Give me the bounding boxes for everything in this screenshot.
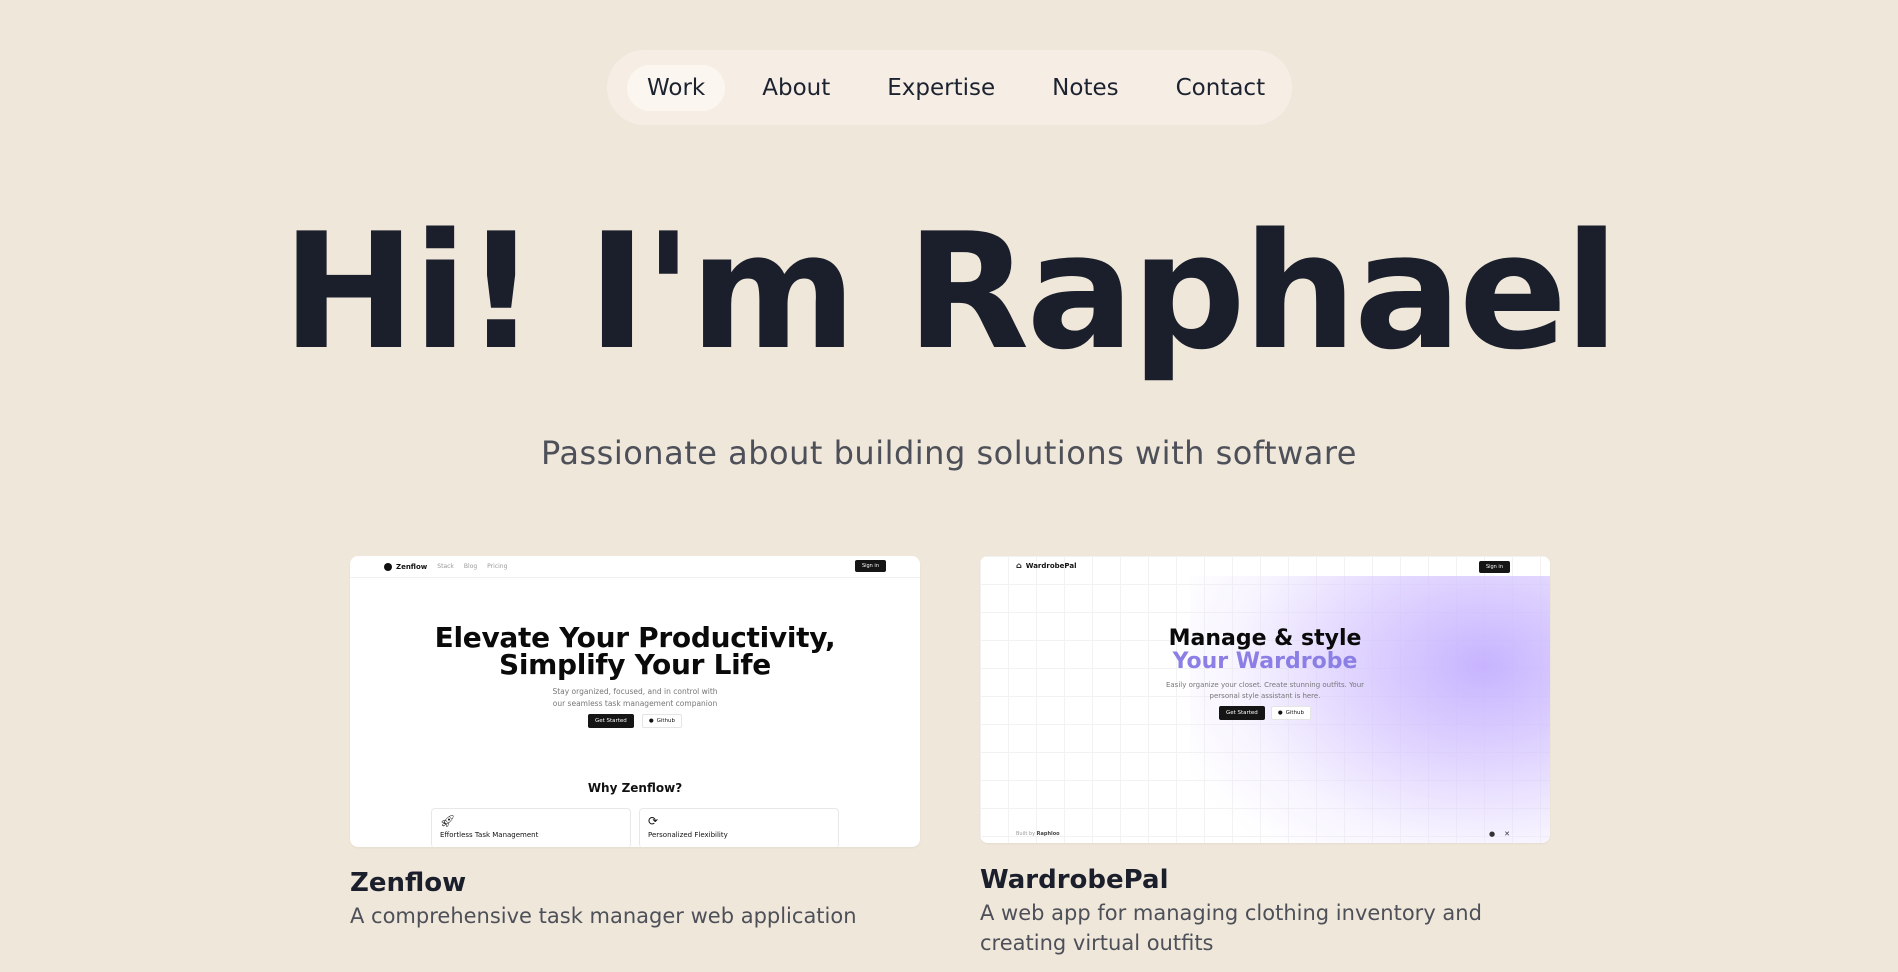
- zenflow-feature-label: Personalized Flexibility: [648, 831, 728, 839]
- wardrobepal-social-links: ● ✕: [1489, 830, 1510, 838]
- zenflow-headline: Elevate Your Productivity, Simplify Your…: [350, 621, 920, 681]
- project-description-wardrobepal: A web app for managing clothing inventor…: [980, 901, 1482, 955]
- wardrobepal-brand: WardrobePal: [1025, 561, 1077, 570]
- zenflow-subtext-line1: Stay organized, focused, and in control …: [552, 687, 718, 696]
- wardrobepal-headline-line1: Manage & style: [1168, 626, 1362, 651]
- wardrobepal-github-label: Github: [1285, 710, 1305, 716]
- nav-item-contact[interactable]: Contact: [1156, 65, 1285, 111]
- project-title-zenflow[interactable]: Zenflow: [350, 868, 466, 898]
- wardrobepal-signin-button: Sign in: [1478, 561, 1510, 573]
- zenflow-link-stack: Stack: [437, 563, 454, 570]
- zenflow-preview[interactable]: Zenflow Stack Blog Pricing Sign in Eleva…: [350, 556, 920, 847]
- project-title-wardrobepal[interactable]: WardrobePal: [980, 865, 1168, 895]
- wardrobepal-headline-line2: Your Wardrobe: [1172, 649, 1358, 674]
- zenflow-brand: Zenflow: [396, 562, 428, 571]
- github-icon: ●: [648, 718, 654, 724]
- hanger-icon: ⌂: [1016, 561, 1022, 570]
- hero-subtitle: Passionate about building solutions with…: [541, 434, 1357, 472]
- zenflow-github-label: Github: [656, 718, 676, 724]
- wardrobepal-footer-credit: Built by Raphloo: [1016, 831, 1060, 837]
- zenflow-logo: Zenflow: [384, 562, 428, 571]
- zenflow-headline-line1: Elevate Your Productivity,: [434, 621, 836, 654]
- wardrobepal-get-started-button: Get Started: [1218, 706, 1265, 720]
- wardrobepal-footer-prefix: Built by: [1016, 831, 1036, 837]
- x-icon: ✕: [1504, 830, 1510, 838]
- zenflow-link-pricing: Pricing: [487, 563, 508, 570]
- github-icon: ●: [1489, 830, 1496, 838]
- zenflow-link-blog: Blog: [463, 563, 478, 570]
- rocket-icon: 🚀︎: [440, 814, 456, 828]
- project-description-zenflow: A comprehensive task manager web applica…: [350, 904, 857, 928]
- zenflow-feature-card: ⟳ Personalized Flexibility: [639, 808, 839, 847]
- zenflow-subtext-line2: our seamless task management companion: [552, 699, 718, 708]
- wardrobepal-subtext-line1: Easily organize your closet. Create stun…: [1165, 681, 1365, 689]
- zenflow-headline-line2: Simplify Your Life: [498, 648, 771, 681]
- zenflow-github-button: ● Github: [641, 714, 683, 728]
- github-icon: ●: [1277, 710, 1283, 716]
- wardrobepal-subtext: Easily organize your closet. Create stun…: [980, 680, 1550, 702]
- zenflow-signin-button: Sign in: [854, 560, 886, 572]
- hero-title: Hi! I'm Raphael: [281, 198, 1619, 385]
- zenflow-logo-icon: [384, 562, 392, 571]
- zenflow-feature-label: Effortless Task Management: [440, 831, 539, 839]
- wardrobepal-logo: ⌂ WardrobePal: [1016, 561, 1076, 570]
- wardrobepal-github-button: ● Github: [1270, 706, 1312, 720]
- wardrobepal-subtext-line2: personal style assistant is here.: [1209, 692, 1321, 700]
- wardrobepal-preview[interactable]: ⌂ WardrobePal Sign in Manage & style You…: [980, 556, 1550, 843]
- zenflow-section-title: Why Zenflow?: [587, 781, 683, 795]
- top-nav: Work About Expertise Notes Contact: [607, 50, 1292, 125]
- nav-item-work[interactable]: Work: [627, 64, 726, 111]
- zenflow-subtext: Stay organized, focused, and in control …: [350, 686, 920, 710]
- nav-item-notes[interactable]: Notes: [1032, 65, 1138, 111]
- zenflow-preview-nav: Zenflow Stack Blog Pricing: [350, 556, 920, 578]
- wardrobepal-footer-author: Raphloo: [1036, 831, 1060, 837]
- zenflow-feature-card: 🚀︎ Effortless Task Management: [431, 808, 631, 847]
- wardrobepal-cta-group: Get Started ● Github: [980, 706, 1550, 720]
- nav-item-about[interactable]: About: [742, 65, 850, 111]
- refresh-icon: ⟳: [648, 814, 659, 828]
- zenflow-cta-group: Get Started ● Github: [350, 714, 920, 728]
- zenflow-get-started-button: Get Started: [587, 714, 634, 728]
- nav-item-expertise[interactable]: Expertise: [867, 65, 1015, 111]
